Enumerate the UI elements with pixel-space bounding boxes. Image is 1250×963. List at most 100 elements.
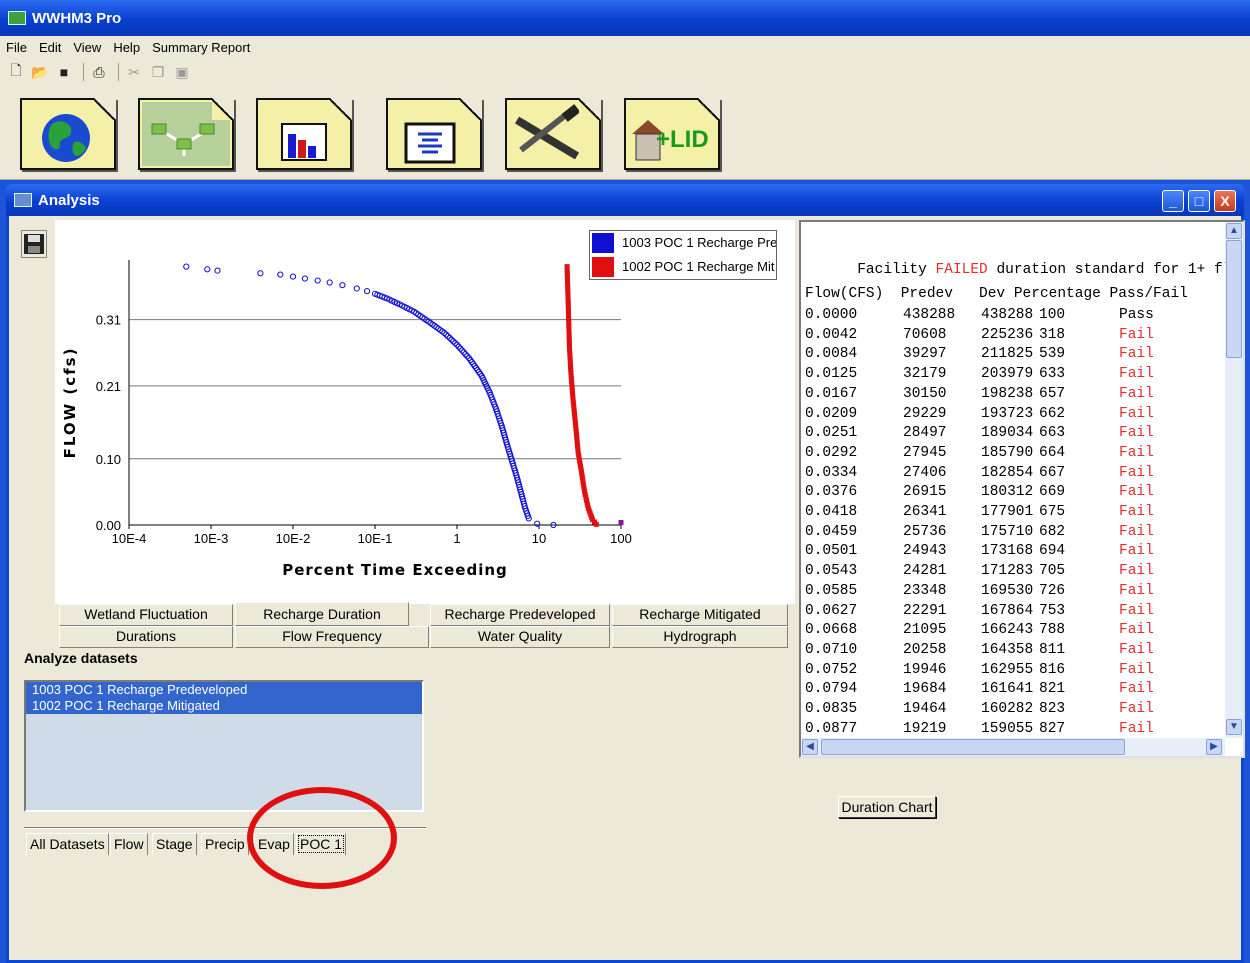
table-row: 0.0334 27406 182854 667 Fail: [805, 464, 1154, 483]
menu-help[interactable]: Help: [113, 40, 140, 55]
row-flow: 0.0459: [805, 523, 858, 540]
row-pass-fail: Fail: [1119, 641, 1154, 658]
analysis-button[interactable]: [256, 98, 352, 170]
row-pass-fail: Fail: [1119, 701, 1154, 717]
floppy-icon: [24, 234, 44, 254]
tab-all-datasets[interactable]: All Datasets: [26, 833, 109, 855]
minimize-button[interactable]: _: [1162, 190, 1184, 212]
tab-recharge-mitigated[interactable]: Recharge Mitigated: [612, 604, 788, 626]
table-row: 0.0167 30150 198238 657 Fail: [805, 385, 1154, 404]
table-row: 0.0543 24281 171283 705 Fail: [805, 562, 1154, 581]
table-row: 0.0251 28497 189034 663 Fail: [805, 424, 1154, 443]
row-percentage: 663: [1039, 425, 1066, 442]
row-predev: 26915: [903, 484, 947, 501]
row-percentage: 827: [1039, 720, 1066, 737]
scroll-down-button[interactable]: ▼: [1226, 719, 1242, 735]
vertical-scrollbar[interactable]: ▲ ▼: [1225, 222, 1243, 738]
analysis-window-title-bar[interactable]: Analysis: [6, 184, 1244, 216]
save-icon[interactable]: ■: [54, 63, 74, 81]
save-chart-button[interactable]: [21, 230, 47, 258]
open-icon[interactable]: 📂: [30, 63, 50, 81]
row-percentage: 669: [1039, 484, 1066, 501]
horizontal-scroll-thumb[interactable]: [821, 739, 1125, 755]
dataset-item-predeveloped[interactable]: 1003 POC 1 Recharge Predeveloped: [26, 682, 422, 698]
status-prefix: Facility: [857, 262, 936, 278]
tab-flow-frequency[interactable]: Flow Frequency: [235, 626, 429, 648]
data-point-predeveloped: [183, 263, 190, 270]
menu-file[interactable]: File: [6, 40, 27, 55]
toolbar: 🗋 📂 ■ ⎙ ✂ ❐ ▣: [0, 58, 1250, 86]
x-tick-label: 10: [532, 531, 546, 546]
row-percentage: 662: [1039, 405, 1066, 422]
row-pass-fail: Fail: [1119, 523, 1154, 540]
row-predev: 19684: [903, 681, 947, 698]
horizontal-scrollbar[interactable]: ◀ ▶: [801, 738, 1225, 756]
maximize-icon: □: [1194, 193, 1204, 209]
table-row: 0.0125 32179 203979 633 Fail: [805, 365, 1154, 384]
dataset-item-mitigated[interactable]: 1002 POC 1 Recharge Mitigated: [26, 698, 422, 714]
scroll-left-button[interactable]: ◀: [802, 739, 818, 755]
app-title-bar[interactable]: WWHM3 Pro: [0, 0, 1250, 36]
minimize-icon: _: [1169, 193, 1177, 209]
vertical-scroll-thumb[interactable]: [1226, 240, 1242, 358]
page-fold: [460, 98, 482, 120]
table-row: 0.0668 21095 166243 788 Fail: [805, 621, 1154, 640]
schematic-button[interactable]: [138, 98, 234, 170]
row-percentage: 539: [1039, 346, 1066, 363]
new-icon[interactable]: 🗋: [6, 62, 26, 81]
menu-view[interactable]: View: [73, 40, 101, 55]
row-flow: 0.0084: [805, 346, 858, 363]
tab-hydrograph[interactable]: Hydrograph: [612, 626, 788, 648]
row-percentage: 811: [1039, 641, 1066, 658]
maximize-button[interactable]: □: [1188, 190, 1210, 212]
tab-precip[interactable]: Precip: [201, 833, 249, 855]
menu-summary-report[interactable]: Summary Report: [152, 40, 250, 55]
row-dev: 171283: [981, 563, 1034, 580]
print-icon[interactable]: ⎙: [89, 63, 109, 81]
tab-water-quality[interactable]: Water Quality: [430, 626, 610, 648]
row-dev: 160282: [981, 701, 1034, 717]
table-row: 0.0459 25736 175710 682 Fail: [805, 523, 1154, 542]
tab-stage[interactable]: Stage: [152, 833, 197, 855]
close-button[interactable]: X: [1214, 190, 1236, 212]
tab-flow[interactable]: Flow: [110, 833, 148, 855]
tools-button[interactable]: [505, 98, 601, 170]
row-percentage: 823: [1039, 701, 1066, 717]
data-point-predeveloped: [301, 275, 309, 282]
row-predev: 39297: [903, 346, 947, 363]
close-icon: X: [1220, 193, 1230, 209]
row-dev: 189034: [981, 425, 1034, 442]
tab-wetland-fluctuation[interactable]: Wetland Fluctuation: [59, 604, 233, 626]
x-tick-label: 10E-2: [276, 531, 311, 546]
row-percentage: 633: [1039, 366, 1066, 383]
row-percentage: 821: [1039, 681, 1066, 698]
row-pass-fail: Fail: [1119, 366, 1154, 383]
tab-recharge-predeveloped[interactable]: Recharge Predeveloped: [430, 604, 610, 626]
lid-button[interactable]: +LID: [624, 98, 720, 170]
scroll-up-button[interactable]: ▲: [1226, 223, 1242, 239]
globe-button[interactable]: [20, 98, 116, 170]
data-point-mitigated: [593, 521, 599, 527]
results-panel[interactable]: Facility FAILED duration standard for 1+…: [799, 220, 1245, 758]
main-button-bar: +LID: [0, 86, 1250, 180]
table-row: 0.0585 23348 169530 726 Fail: [805, 582, 1154, 601]
report-button[interactable]: [386, 98, 482, 170]
x-tick-label: 1: [453, 531, 460, 546]
toolbar-separator: [83, 63, 84, 81]
row-flow: 0.0292: [805, 444, 858, 461]
tab-recharge-duration[interactable]: Recharge Duration: [235, 602, 409, 626]
dataset-listbox[interactable]: 1003 POC 1 Recharge Predeveloped 1002 PO…: [24, 680, 424, 812]
tab-durations[interactable]: Durations: [59, 626, 233, 648]
menu-edit[interactable]: Edit: [39, 40, 61, 55]
row-pass-fail: Fail: [1119, 543, 1154, 560]
scroll-right-button[interactable]: ▶: [1206, 739, 1222, 755]
row-pass-fail: Fail: [1119, 326, 1154, 343]
row-percentage: 816: [1039, 661, 1066, 678]
row-dev: 180312: [981, 484, 1034, 501]
menu-bar: File Edit View Help Summary Report: [0, 36, 1250, 58]
duration-chart-button[interactable]: Duration Chart: [838, 796, 936, 818]
table-row: 0.0376 26915 180312 669 Fail: [805, 483, 1154, 502]
row-dev: 169530: [981, 582, 1034, 599]
row-dev: 175710: [981, 523, 1034, 540]
row-dev: 166243: [981, 622, 1034, 639]
